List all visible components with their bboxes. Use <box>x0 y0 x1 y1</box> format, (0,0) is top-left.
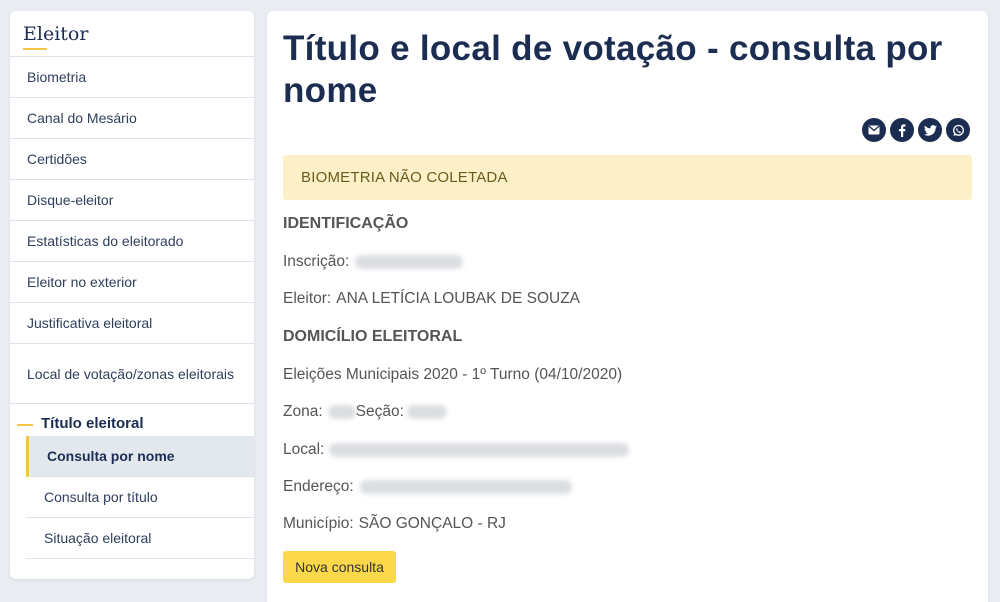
nova-consulta-button[interactable]: Nova consulta <box>283 551 396 583</box>
biometria-alert: BIOMETRIA NÃO COLETADA <box>283 155 972 200</box>
inscricao-redacted-value <box>355 255 464 269</box>
sidebar-subitem-consulta-titulo[interactable]: Consulta por título <box>26 477 254 518</box>
sidebar-item-disque-eleitor[interactable]: Disque-eleitor <box>10 180 254 221</box>
inscricao-label: Inscrição: <box>283 253 350 270</box>
inscricao-field: Inscrição: <box>283 253 464 271</box>
municipio-value: SÃO GONÇALO - RJ <box>358 515 506 532</box>
endereco-redacted-value <box>359 480 572 494</box>
sidebar-header: Eleitor <box>10 11 254 57</box>
municipio-label: Município: <box>283 515 354 532</box>
sidebar-item-certidoes[interactable]: Certidões <box>10 139 254 180</box>
page-title: Título e local de votação - consulta por… <box>283 29 943 110</box>
identificacao-heading: IDENTIFICAÇÃO <box>283 215 409 232</box>
municipio-field: Município: SÃO GONÇALO - RJ <box>283 515 506 533</box>
sidebar-item-eleitor-exterior[interactable]: Eleitor no exterior <box>10 262 254 303</box>
sidebar-subitem-consulta-nome[interactable]: Consulta por nome <box>26 436 254 477</box>
endereco-label: Endereço: <box>283 478 354 495</box>
share-bar <box>862 118 970 142</box>
zona-redacted-value <box>327 405 356 419</box>
sidebar-item-local-votacao[interactable]: Local de votação/zonas eleitorais <box>10 344 254 404</box>
twitter-icon[interactable] <box>918 118 942 142</box>
domicilio-heading: DOMICÍLIO ELEITORAL <box>283 328 463 345</box>
eleitor-value: ANA LETÍCIA LOUBAK DE SOUZA <box>336 290 581 307</box>
eleicao-line: Eleições Municipais 2020 - 1º Turno (04/… <box>283 366 623 383</box>
sidebar-section-titulo-eleitoral[interactable]: Título eleitoral <box>10 404 254 436</box>
local-field: Local: <box>283 441 630 459</box>
secao-redacted-value <box>406 405 447 419</box>
sidebar-subitem-situacao[interactable]: Situação eleitoral <box>26 518 254 559</box>
sidebar-item-estatisticas[interactable]: Estatísticas do eleitorado <box>10 221 254 262</box>
eleitor-field: Eleitor: ANA LETÍCIA LOUBAK DE SOUZA <box>283 290 580 308</box>
sidebar-section-label: Título eleitoral <box>41 415 144 432</box>
title-underline <box>23 48 47 50</box>
section-dash <box>17 424 33 426</box>
local-redacted-value <box>329 443 630 457</box>
zona-label: Zona: <box>283 403 323 420</box>
secao-label: Seção: <box>355 403 404 420</box>
envelope-icon[interactable] <box>862 118 886 142</box>
sidebar-title: Eleitor <box>23 23 89 45</box>
facebook-icon[interactable] <box>890 118 914 142</box>
local-label: Local: <box>283 441 325 458</box>
sidebar-item-biometria[interactable]: Biometria <box>10 57 254 98</box>
endereco-field: Endereço: <box>283 478 572 496</box>
sidebar-item-justificativa[interactable]: Justificativa eleitoral <box>10 303 254 344</box>
main-content: Título e local de votação - consulta por… <box>267 11 988 602</box>
zona-secao-field: Zona: Seção: <box>283 403 447 421</box>
whatsapp-icon[interactable] <box>946 118 970 142</box>
eleitor-label: Eleitor: <box>283 290 332 307</box>
sidebar: Eleitor Biometria Canal do Mesário Certi… <box>10 11 254 579</box>
sidebar-item-canal-mesario[interactable]: Canal do Mesário <box>10 98 254 139</box>
